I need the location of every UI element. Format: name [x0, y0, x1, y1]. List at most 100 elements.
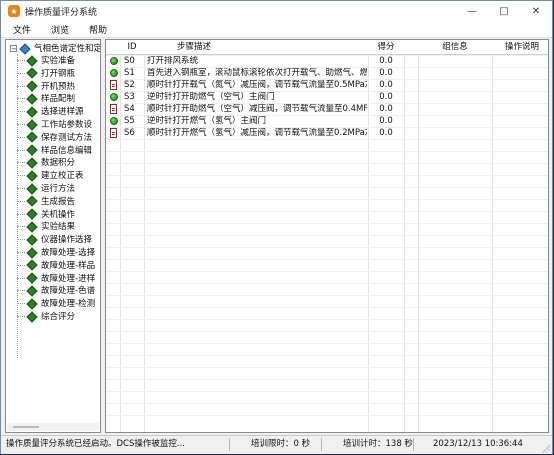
tree-connector — [17, 136, 25, 138]
table-row[interactable]: S3 逆时针打开助燃气（空气）主阀门 0.0 — [106, 91, 548, 103]
step-node-icon — [27, 248, 36, 257]
row-description: 逆时针打开助燃气（空气）主阀门 — [147, 92, 275, 102]
tree-item[interactable]: 故障处理-检测 — [17, 297, 96, 310]
step-tree[interactable]: − 气相色谱定性和定 实验准备 打开钢瓶开机预热 样品配制选择进样源工作站参数设 保存… — [5, 39, 101, 433]
tree-connector — [17, 54, 18, 358]
root-node-icon — [20, 44, 29, 53]
minimize-icon[interactable]: — — [456, 1, 488, 21]
tree-root[interactable]: − 气相色谱定性和定 — [10, 42, 100, 54]
row-id: S4 — [124, 104, 135, 114]
step-node-icon — [27, 235, 36, 244]
col-id-header[interactable]: ID — [120, 40, 144, 54]
col-group-header[interactable]: 组信息 — [418, 40, 492, 54]
row-score: 0.0 — [379, 104, 393, 114]
step-node-icon — [27, 286, 36, 295]
content-area: − 气相色谱定性和定 实验准备 打开钢瓶开机预热 样品配制选择进样源工作站参数设 保存… — [5, 39, 549, 433]
tree-item[interactable]: 选择进样源 — [17, 105, 84, 118]
tree-item-label: 选择进样源 — [41, 107, 84, 118]
table-row[interactable]: S4 顺时针打开助燃气（空气）减压阀，调节载气流量至0.4MPa左右 0.0 — [106, 103, 548, 115]
document-icon — [110, 128, 117, 138]
tree-connector — [17, 162, 25, 164]
tree-item-label: 生成报告 — [41, 196, 76, 207]
menu-browse[interactable]: 浏览 — [39, 23, 77, 36]
row-score: 0.0 — [379, 92, 393, 102]
steps-grid: ID 步骤描述 得分 组信息 操作说明 S0 打开排风系统 0.0 S1 首先进入钢瓶室… — [105, 39, 549, 433]
tree-item-label: 故障处理-检测 — [41, 299, 96, 310]
col-op-header[interactable]: 操作说明 — [492, 40, 548, 54]
tree-item[interactable]: 打开钢瓶 — [17, 67, 75, 79]
table-row[interactable]: S2 顺时针打开载气（氮气）减压阀，调节载气流量至0.5MPa左右 0.0 — [106, 79, 548, 91]
tree-item[interactable]: 样品配制 — [17, 92, 75, 104]
row-description: 顺时针打开燃气（氢气）减压阀，调节载气流量至0.2MPa左右 — [147, 128, 367, 138]
col-desc-header[interactable]: 步骤描述 — [144, 40, 244, 54]
tree-connector — [17, 290, 25, 292]
step-node-icon — [27, 260, 36, 269]
tree-item-label: 实验结果 — [41, 222, 76, 233]
tree-horizontal-scrollbar[interactable] — [7, 423, 99, 431]
col-score-header[interactable]: 得分 — [368, 40, 404, 54]
tree-item[interactable]: 关机操作 — [17, 208, 75, 220]
table-row[interactable]: S1 首先进入钢瓶室，滚动鼠标滚轮依次打开载气、助燃气、燃… 0.0 — [106, 67, 548, 79]
tree-item[interactable]: 数据积分 — [17, 156, 76, 169]
row-id: S6 — [124, 128, 135, 138]
row-description: 逆时针打开燃气（氢气）主阀门 — [147, 116, 267, 126]
tree-connector — [17, 124, 25, 125]
step-node-icon — [27, 273, 36, 282]
tree-item-label: 仪器操作选择 — [41, 235, 93, 246]
row-id: S1 — [124, 68, 135, 78]
tree-item[interactable]: 运行方法 — [17, 182, 76, 194]
green-dot-icon — [110, 69, 118, 77]
table-row[interactable]: S5 逆时针打开燃气（氢气）主阀门 0.0 — [106, 115, 548, 127]
resize-grip-icon[interactable] — [542, 445, 550, 453]
green-dot-icon — [110, 93, 118, 101]
tree-item-label: 数据积分 — [41, 158, 76, 169]
menu-help[interactable]: 帮助 — [77, 23, 115, 36]
step-node-icon — [27, 145, 36, 154]
collapse-icon[interactable]: − — [10, 44, 17, 52]
tree-connector — [17, 98, 25, 100]
maximize-icon[interactable]: □ — [488, 1, 520, 21]
tree-connector — [17, 200, 25, 202]
step-node-icon — [27, 120, 36, 129]
tree-connector — [17, 239, 25, 241]
tree-item-label: 保存测试方法 — [41, 132, 93, 143]
tree-item[interactable]: 保存测试方法 — [17, 131, 93, 143]
row-score: 0.0 — [379, 56, 393, 66]
table-row[interactable]: S0 打开排风系统 0.0 — [106, 55, 548, 67]
tree-item[interactable]: 工作站参数设 — [17, 118, 93, 130]
tree-item[interactable]: 故障处理-选择 — [17, 246, 96, 258]
training-elapsed: 培训计时：138 秒 — [343, 439, 413, 449]
row-description: 顺时针打开载气（氮气）减压阀，调节载气流量至0.5MPa左右 — [147, 80, 367, 90]
tree-item-label: 开机预热 — [41, 81, 76, 92]
tree-connector — [17, 252, 25, 253]
tree-item[interactable]: 建立校正表 — [17, 169, 84, 181]
tree-connector — [17, 149, 25, 151]
tree-connector — [17, 60, 25, 61]
tree-item[interactable]: 实验准备 — [17, 54, 75, 66]
tree-connector — [17, 303, 25, 305]
tree-item-label: 工作站参数设 — [41, 120, 93, 130]
close-icon[interactable]: ✕ — [520, 1, 552, 21]
grid-header: ID 步骤描述 得分 组信息 操作说明 — [106, 40, 548, 55]
tree-item[interactable]: 故障处理-样品 — [17, 259, 95, 271]
menu-file[interactable]: 文件 — [1, 23, 39, 36]
tree-item[interactable]: 故障处理-色谱 — [17, 284, 95, 296]
step-node-icon — [27, 184, 36, 193]
status-datetime: 2023/12/13 10:36:44 — [433, 439, 523, 449]
tree-item[interactable]: 故障处理-进样 — [17, 272, 95, 284]
tree-item[interactable]: 仪器操作选择 — [17, 233, 93, 246]
main-window: ★ 操作质量评分系统 — □ ✕ 文件 浏览 帮助 − 气相色谱定性和定 实验准… — [0, 0, 553, 454]
tree-item-label: 故障处理-选择 — [41, 248, 96, 258]
tree-item[interactable]: 样品信息编辑 — [17, 144, 93, 156]
green-dot-icon — [110, 117, 118, 125]
tree-item[interactable]: 综合评分 — [17, 310, 75, 322]
tree-item-label: 样品信息编辑 — [41, 145, 93, 156]
app-icon: ★ — [8, 5, 20, 17]
window-controls: — □ ✕ — [456, 1, 552, 21]
table-row[interactable]: S6 顺时针打开燃气（氢气）减压阀，调节载气流量至0.2MPa左右 0.0 — [106, 127, 548, 139]
tree-item[interactable]: 实验结果 — [17, 220, 76, 233]
status-bar: 操作质量评分系统已经启动。DCS操作被监控... 培训限时：0 秒 培训计时：1… — [1, 435, 552, 454]
tree-item[interactable]: 生成报告 — [17, 195, 76, 207]
tree-item[interactable]: 开机预热 — [17, 80, 76, 92]
tree-item-label: 运行方法 — [41, 184, 76, 194]
